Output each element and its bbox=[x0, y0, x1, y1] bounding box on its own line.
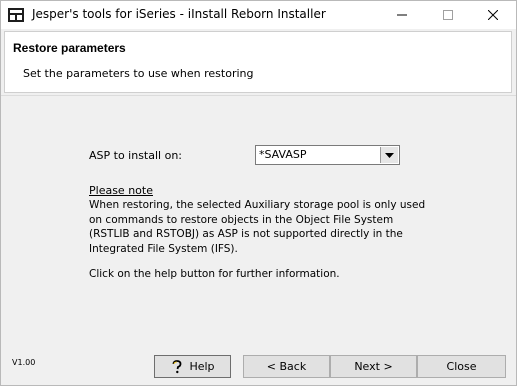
back-button[interactable]: < Back bbox=[243, 355, 330, 378]
page-title: Restore parameters bbox=[13, 41, 126, 55]
close-button[interactable]: Close bbox=[417, 355, 506, 378]
asp-label: ASP to install on: bbox=[89, 149, 183, 162]
help-button[interactable]: Help bbox=[154, 355, 231, 378]
asp-select[interactable]: *SAVASP bbox=[255, 145, 400, 165]
note-body: When restoring, the selected Auxiliary s… bbox=[89, 199, 426, 255]
next-button[interactable]: Next > bbox=[330, 355, 417, 378]
title-bar[interactable]: Jesper's tools for iSeries - iInstall Re… bbox=[1, 1, 516, 29]
minimize-icon[interactable] bbox=[379, 1, 425, 29]
note-help-text: Click on the help button for further inf… bbox=[89, 268, 340, 280]
header-panel: Restore parameters Set the parameters to… bbox=[4, 31, 512, 93]
chevron-down-icon[interactable] bbox=[380, 147, 398, 163]
version-label: V1.00 bbox=[12, 358, 36, 367]
maximize-icon[interactable] bbox=[425, 1, 471, 29]
header-separator bbox=[1, 95, 516, 96]
page-subtitle: Set the parameters to use when restoring bbox=[23, 67, 254, 80]
close-button-label: Close bbox=[446, 360, 477, 373]
note-heading: Please note bbox=[89, 184, 153, 197]
help-question-icon bbox=[170, 359, 184, 374]
next-button-label: Next > bbox=[354, 360, 393, 373]
back-button-label: < Back bbox=[266, 360, 307, 373]
installer-window: Jesper's tools for iSeries - iInstall Re… bbox=[0, 0, 517, 386]
help-button-label: Help bbox=[189, 360, 215, 373]
close-icon[interactable] bbox=[470, 1, 516, 29]
asp-select-value: *SAVASP bbox=[259, 148, 307, 161]
installer-app-icon bbox=[8, 8, 24, 22]
window-title: Jesper's tools for iSeries - iInstall Re… bbox=[32, 7, 326, 21]
